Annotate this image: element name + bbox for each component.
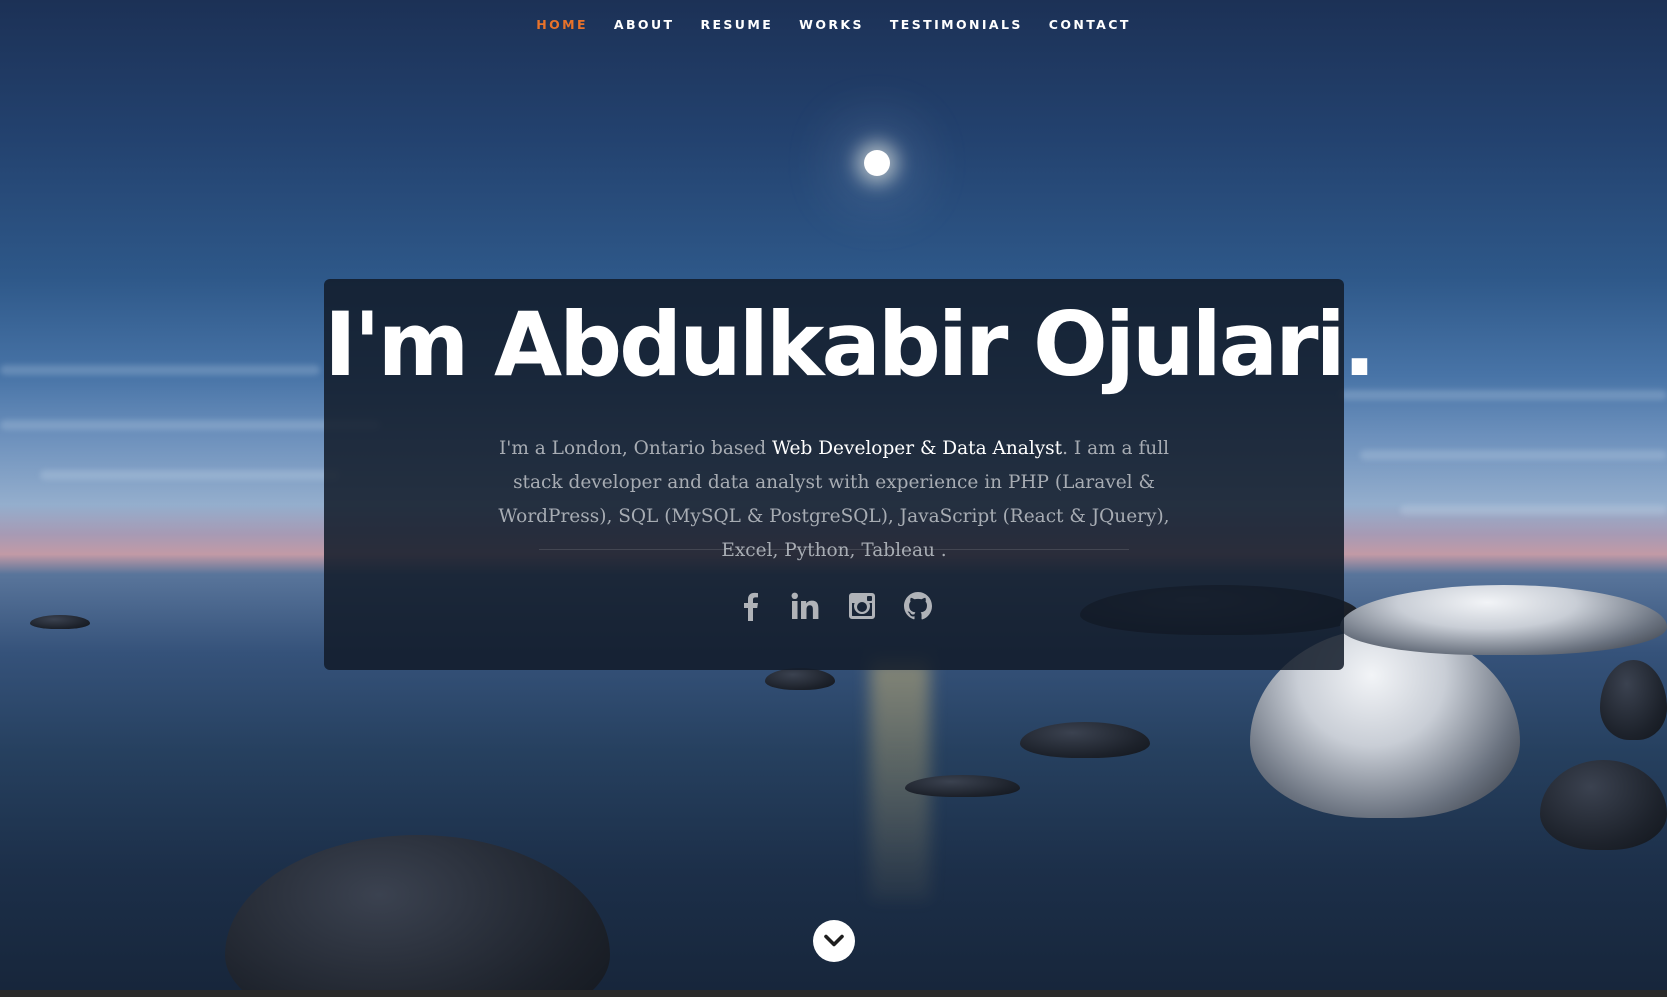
rock [1540,760,1667,850]
divider [539,549,1129,550]
rock [1020,722,1150,758]
social-links [324,590,1344,622]
cloud-streak [1400,505,1667,515]
linkedin-icon [791,592,819,619]
nav-item-resume[interactable]: RESUME [700,17,773,32]
bottom-strip [0,990,1667,997]
nav-item-testimonials[interactable]: TESTIMONIALS [890,17,1023,32]
chevron-down-icon [824,934,844,947]
moon [864,150,890,176]
main-nav: HOME ABOUT RESUME WORKS TESTIMONIALS CON… [0,0,1667,48]
nav-item-home[interactable]: HOME [536,17,588,32]
cloud-streak [0,365,320,375]
nav-item-contact[interactable]: CONTACT [1049,17,1131,32]
intro-text-start: I'm a London, Ontario based [498,437,773,459]
rock [765,668,835,690]
rock [905,775,1020,797]
nav-item-about[interactable]: ABOUT [614,17,675,32]
instagram-icon [849,593,875,619]
headline: I'm Abdulkabir Ojulari. [324,293,1376,396]
snowy-rock [1340,585,1667,655]
cloud-streak [1360,450,1667,460]
instagram-link[interactable] [846,590,878,622]
nav-item-works[interactable]: WORKS [799,17,864,32]
facebook-icon [744,592,758,621]
facebook-link[interactable] [734,590,766,622]
rock [1600,660,1667,740]
scroll-down-button[interactable] [813,920,855,962]
banner: I'm Abdulkabir Ojulari. I'm a London, On… [324,279,1376,670]
linkedin-link[interactable] [790,590,822,622]
rock [225,835,610,990]
cloud-streak [1340,390,1667,400]
github-link[interactable] [902,590,934,622]
cloud-streak [40,470,340,480]
intro-text: I'm a London, Ontario based Web Develope… [494,432,1174,568]
github-icon [904,592,932,620]
cloud-streak [0,420,380,430]
intro-highlight: Web Developer & Data Analyst [772,437,1063,459]
rock [30,615,90,629]
